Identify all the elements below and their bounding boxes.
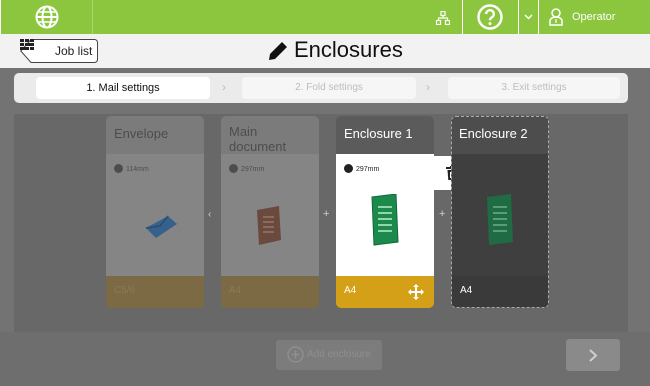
info-icon [229, 164, 238, 173]
card-title: Enclosure 1 [344, 126, 413, 141]
card-footer: A4 [452, 276, 548, 307]
card-info-value: 114mm [126, 166, 149, 173]
top-bar: Operator [0, 0, 650, 34]
step-arrow-icon: › [426, 80, 430, 94]
card-footer: C5/6 [106, 276, 204, 308]
info-icon [114, 164, 123, 173]
step-navigation: 1. Mail settings › 2. Fold settings › 3.… [14, 73, 628, 103]
job-list-icon [20, 39, 34, 50]
chevron-right-icon [589, 349, 598, 362]
operator-icon [549, 8, 563, 26]
chevron-down-icon [524, 14, 533, 20]
status-segment [92, 0, 462, 34]
help-button[interactable] [462, 0, 518, 34]
add-enclosure-button[interactable]: Add enclosure [276, 340, 382, 370]
enclosure-1-card[interactable]: Enclosure 1 297mm A4 [336, 116, 434, 308]
card-info: 297mm [229, 164, 264, 173]
user-menu-toggle[interactable] [518, 0, 538, 34]
move-icon[interactable] [408, 284, 424, 300]
info-icon [344, 164, 353, 173]
card-footer: A4 [336, 276, 434, 308]
card-footer-label: A4 [344, 285, 357, 296]
pencil-icon [269, 42, 287, 60]
step-arrow-icon: › [222, 80, 226, 94]
home-segment[interactable] [0, 0, 92, 34]
next-button[interactable] [566, 339, 620, 371]
card-title: Envelope [114, 126, 169, 141]
step-label: 2. Fold settings [295, 82, 363, 93]
card-info: 114mm [114, 164, 149, 173]
step-fold-settings[interactable]: 2. Fold settings [242, 77, 416, 99]
step-mail-settings[interactable]: 1. Mail settings [36, 77, 210, 99]
document-icon [371, 194, 399, 246]
page-header: Job list Enclosures [0, 34, 650, 68]
plus-icon: + [323, 208, 330, 220]
step-exit-settings[interactable]: 3. Exit settings [448, 77, 620, 99]
main-document-card[interactable]: Main document 297mm A4 [221, 116, 319, 308]
operator-label: Operator [572, 11, 616, 23]
page-title: Enclosures [294, 37, 403, 62]
globe-icon [35, 5, 59, 29]
card-body: 114mm [106, 154, 204, 276]
document-icon [487, 194, 513, 245]
step-label: 1. Mail settings [86, 82, 160, 94]
card-title: Enclosure 2 [459, 126, 528, 141]
enclosure-2-card[interactable]: Enclosure 2 A4 [451, 116, 549, 308]
chevron-left-icon: ‹ [208, 209, 212, 220]
step-label: 3. Exit settings [501, 82, 567, 93]
add-circle-icon [287, 346, 304, 363]
card-info: 297mm [344, 164, 379, 173]
envelope-icon [145, 215, 177, 238]
card-footer: A4 [221, 276, 319, 308]
envelope-card[interactable]: Envelope 114mm C5/6 [106, 116, 204, 308]
plus-icon: + [439, 208, 446, 220]
job-list-label: Job list [55, 44, 93, 58]
help-icon [477, 4, 503, 30]
card-title: Main document [229, 124, 287, 154]
card-info-value: 297mm [356, 166, 380, 173]
card-body [452, 154, 548, 276]
job-list-back-button[interactable]: Job list [20, 39, 98, 63]
card-body: 297mm [221, 154, 319, 276]
network-icon[interactable] [436, 11, 450, 25]
document-icon [257, 206, 281, 245]
card-body: 297mm [336, 154, 434, 276]
card-info-value: 297mm [241, 166, 265, 173]
bottom-bar: Add enclosure [0, 332, 650, 386]
add-enclosure-label: Add enclosure [307, 349, 371, 360]
